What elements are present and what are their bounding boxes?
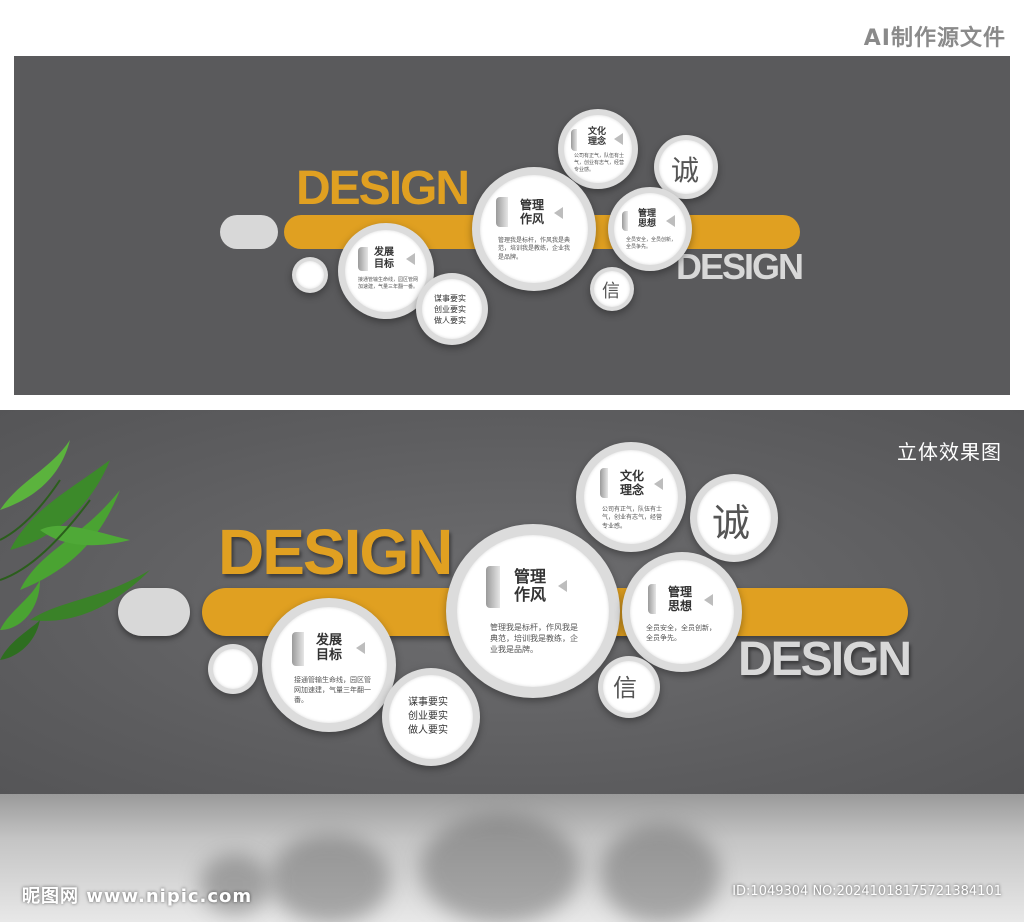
page: AI制作源文件 DESIGN DESIGN 文化 理念 公司有正气，队伍有士气，创… — [0, 0, 1024, 922]
trust-char: 信 — [602, 281, 620, 302]
management-title-3d: 管理 作风 — [514, 567, 547, 605]
motto-circle-3d: 谋事要实 创业要实 做人要实 — [382, 668, 480, 766]
watermark-logo: 昵图网 www.nipic.com — [22, 886, 253, 907]
thought-title-3d: 管理 思想 — [668, 585, 693, 613]
goal-text: 接通管输生命线，园区管网加速建，气量三年翻一番。 — [358, 277, 419, 290]
thought-circle: 管理 思想 全员安全，全员创新，全员争先。 — [608, 187, 692, 271]
goal-text-3d: 接通管输生命线，园区管网加速建，气量三年翻一番。 — [294, 676, 371, 704]
small-circle-3d — [208, 644, 258, 694]
culture-text-3d: 公司有正气，队伍有士气，创业有志气，经营专业感。 — [602, 506, 663, 530]
trust-char-3d: 信 — [613, 674, 637, 702]
thought-circle-3d: 管理 思想 全员安全，全员创新，全员争先。 — [622, 552, 742, 672]
goal-title: 发展 目标 — [374, 247, 394, 270]
gray-pill — [220, 215, 278, 249]
honesty-char-3d: 诚 — [712, 501, 751, 545]
management-circle: 管理 作风 管理我是标杆，作风我是典范，培训我是教练，企业我是品牌。 — [472, 167, 596, 291]
thought-title: 管理 思想 — [638, 209, 657, 230]
honesty-char: 诚 — [671, 154, 700, 187]
plant-decoration — [0, 440, 150, 660]
design-heading-accent-3d: DESIGN — [218, 516, 453, 588]
flat-design-panel: DESIGN DESIGN 文化 理念 公司有正气，队伍有士气，创业有志气，经营专… — [14, 56, 1010, 395]
goal-title-3d: 发展 目标 — [316, 633, 343, 663]
image-id: ID:1049304 NO:20241018175721384101 — [732, 884, 1002, 899]
trust-circle: 信 — [590, 267, 634, 311]
culture-text: 公司有正气，队伍有士气，创业有志气，经营专业感。 — [574, 153, 625, 173]
management-title: 管理 作风 — [520, 198, 545, 226]
design-heading-gray: DESIGN — [676, 246, 804, 287]
culture-title: 文化 理念 — [588, 127, 607, 148]
thought-text-3d: 全员安全，全员创新，全员争先。 — [646, 624, 716, 642]
trust-circle-3d: 信 — [598, 656, 660, 718]
effect-label: 立体效果图 — [897, 440, 1002, 464]
source-file-title: AI制作源文件 — [863, 26, 1006, 51]
design-heading-accent: DESIGN — [296, 162, 470, 215]
honesty-circle-3d: 诚 — [690, 474, 778, 562]
goal-circle-3d: 发展 目标 接通管输生命线，园区管网加速建，气量三年翻一番。 — [262, 598, 396, 732]
management-text-3d: 管理我是标杆，作风我是典范，培训我是教练，企业我是品牌。 — [490, 623, 578, 655]
motto-text: 谋事要实 创业要实 做人要实 — [434, 294, 466, 326]
thought-text: 全员安全，全员创新，全员争先。 — [626, 237, 677, 250]
small-circle — [292, 257, 328, 293]
management-circle-3d: 管理 作风 管理我是标杆，作风我是典范，培训我是教练，企业我是品牌。 — [446, 524, 620, 698]
motto-text-3d: 谋事要实 创业要实 做人要实 — [408, 697, 448, 736]
motto-circle: 谋事要实 创业要实 做人要实 — [416, 273, 488, 345]
culture-circle-3d: 文化 理念 公司有正气，队伍有士气，创业有志气，经营专业感。 — [576, 442, 686, 552]
design-heading-gray-3d: DESIGN — [738, 633, 912, 686]
culture-circle: 文化 理念 公司有正气，队伍有士气，创业有志气，经营专业感。 — [558, 109, 638, 189]
management-text: 管理我是标杆，作风我是典范，培训我是教练，企业我是品牌。 — [498, 237, 571, 261]
culture-title-3d: 文化 理念 — [620, 469, 645, 497]
